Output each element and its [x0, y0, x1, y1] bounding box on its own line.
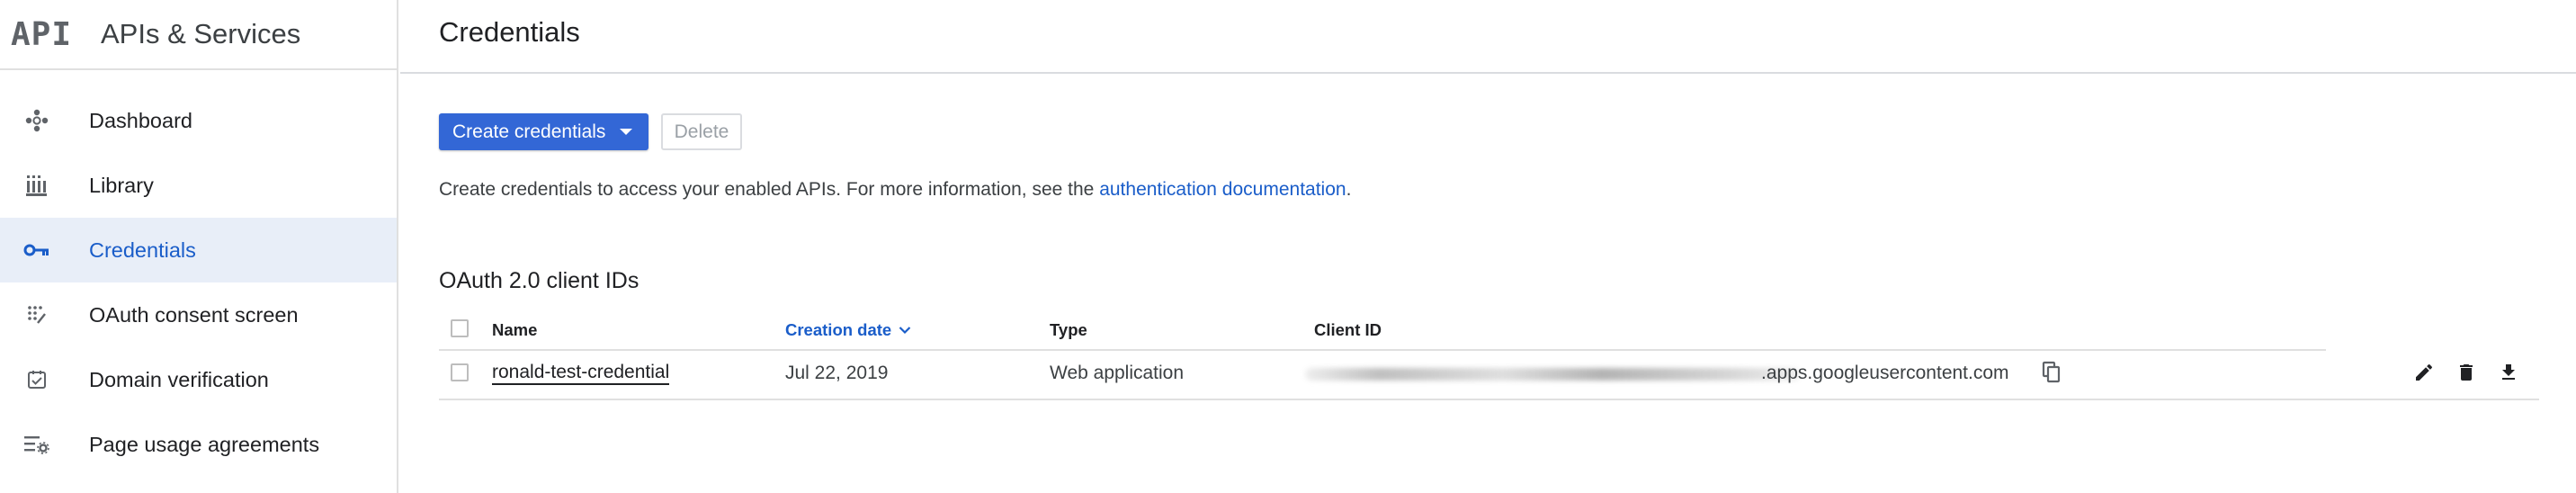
column-header-type[interactable]: Type	[1050, 320, 1087, 340]
row-checkbox[interactable]	[451, 363, 469, 381]
sidebar-item-label: Page usage agreements	[89, 432, 320, 456]
sidebar-title: APIs & Services	[101, 18, 301, 49]
sidebar-item-label: Domain verification	[89, 367, 269, 391]
sort-desc-icon	[899, 326, 911, 335]
select-all-checkbox[interactable]	[451, 319, 469, 337]
info-text-body: Create credentials to access your enable…	[439, 179, 1100, 200]
column-header-name[interactable]: Name	[492, 320, 537, 340]
library-icon	[23, 172, 50, 199]
oauth-section-title: OAuth 2.0 client IDs	[439, 268, 640, 293]
create-credentials-button[interactable]: Create credentials	[439, 113, 648, 150]
table-header-divider	[439, 349, 2326, 351]
sidebar-item-label: Library	[89, 173, 154, 197]
main-content: Credentials Create credentials Delete Cr…	[400, 0, 2576, 493]
create-credentials-label: Create credentials	[452, 121, 606, 142]
sidebar-item-dashboard[interactable]: Dashboard	[0, 88, 397, 153]
download-icon[interactable]	[2496, 360, 2521, 385]
sidebar-header: API APIs & Services	[0, 0, 397, 70]
chevron-down-icon	[620, 129, 632, 135]
key-icon	[23, 237, 50, 264]
edit-icon[interactable]	[2411, 360, 2437, 385]
creation-date-label: Creation date	[785, 320, 892, 339]
sidebar-item-label: Dashboard	[89, 108, 192, 132]
info-text: Create credentials to access your enable…	[439, 179, 1351, 201]
client-id-suffix: .apps.googleusercontent.com	[1761, 363, 2009, 383]
copy-icon[interactable]	[2039, 360, 2064, 385]
sidebar-item-credentials[interactable]: Credentials	[0, 218, 397, 282]
sidebar-item-label: OAuth consent screen	[89, 302, 299, 327]
credential-name-link[interactable]: ronald-test-credential	[492, 363, 670, 385]
client-id-redacted	[1305, 368, 1800, 381]
table-row-divider	[439, 399, 2539, 400]
api-logo: API	[11, 15, 73, 53]
sidebar-item-page-usage-agreements[interactable]: Page usage agreements	[0, 412, 397, 477]
creation-date-cell: Jul 22, 2019	[785, 363, 889, 383]
consent-icon	[23, 301, 50, 328]
delete-button[interactable]: Delete	[661, 113, 742, 150]
sidebar-item-library[interactable]: Library	[0, 153, 397, 218]
verification-icon	[23, 366, 50, 393]
title-divider	[400, 72, 2576, 74]
type-cell: Web application	[1050, 363, 1185, 383]
sidebar: API APIs & Services Dashboard Library Cr…	[0, 0, 398, 493]
sidebar-item-oauth-consent[interactable]: OAuth consent screen	[0, 282, 397, 347]
sidebar-item-label: Credentials	[89, 238, 196, 262]
authentication-documentation-link[interactable]: authentication documentation	[1099, 179, 1346, 200]
column-header-creation-date[interactable]: Creation date	[785, 320, 911, 340]
dashboard-icon	[23, 107, 50, 134]
column-header-client-id[interactable]: Client ID	[1314, 320, 1382, 340]
page-title: Credentials	[439, 16, 580, 48]
sidebar-item-domain-verification[interactable]: Domain verification	[0, 347, 397, 412]
settings-list-icon	[23, 431, 50, 458]
info-text-suffix: .	[1346, 179, 1352, 200]
delete-icon[interactable]	[2454, 360, 2479, 385]
